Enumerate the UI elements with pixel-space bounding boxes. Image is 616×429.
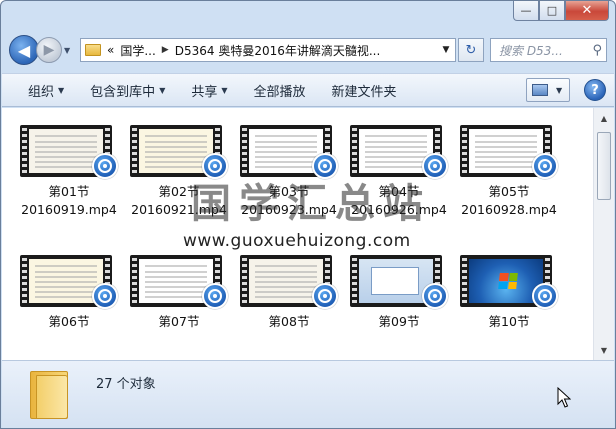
video-thumbnail: [350, 255, 448, 309]
new-folder-button[interactable]: 新建文件夹: [332, 81, 397, 100]
maximize-button[interactable]: □: [539, 1, 565, 21]
chevron-down-icon: ▼: [159, 85, 166, 95]
file-name-line2: 20160919.mp4: [21, 202, 117, 217]
item-count: 27 个对象: [96, 377, 156, 392]
vertical-scrollbar[interactable]: ▲ ▼: [593, 108, 614, 360]
address-dropdown-icon[interactable]: ▼: [437, 45, 455, 55]
file-name-line1: 第06节: [48, 314, 90, 329]
scroll-down-icon[interactable]: ▼: [596, 343, 612, 357]
video-file-item[interactable]: 第10节: [459, 255, 559, 331]
mouse-cursor-icon: [557, 387, 571, 408]
watermark-url: www.guoxuehuizong.com: [183, 231, 411, 251]
file-name: 第10节: [489, 313, 530, 331]
media-player-icon: [202, 283, 228, 309]
minimize-button[interactable]: —: [513, 1, 539, 21]
folder-icon: [30, 369, 70, 421]
video-thumbnail: [460, 125, 558, 179]
watermark-title: 国学汇总站: [191, 180, 431, 227]
change-view-button[interactable]: ▼: [526, 78, 570, 102]
search-placeholder: 搜索 D53...: [499, 43, 563, 58]
file-name-line1: 第09节: [378, 314, 420, 329]
file-name: 第07节: [159, 313, 200, 331]
video-file-item[interactable]: 第06节: [19, 255, 119, 331]
help-button[interactable]: ?: [584, 79, 606, 101]
breadcrumb-overflow[interactable]: «: [107, 43, 114, 57]
video-file-item[interactable]: 第05节 20160928.mp4: [459, 125, 559, 219]
file-name: 第06节: [49, 313, 90, 331]
file-name: 第01节 20160919.mp4: [21, 183, 117, 219]
video-thumbnail: [240, 255, 338, 309]
file-name-line2: 20160928.mp4: [461, 202, 557, 217]
details-pane: 27 个对象: [2, 360, 614, 428]
file-name: 第08节: [269, 313, 310, 331]
media-player-icon: [532, 153, 558, 179]
video-file-item[interactable]: 第09节: [349, 255, 449, 331]
address-bar[interactable]: « 国学... ▶ D5364 奥特曼2016年讲解滴天髓视... ▼: [80, 38, 456, 62]
chevron-down-icon: ▼: [58, 85, 65, 95]
media-player-icon: [532, 283, 558, 309]
media-player-icon: [92, 153, 118, 179]
video-file-item[interactable]: 第08节: [239, 255, 339, 331]
media-player-icon: [92, 283, 118, 309]
share-menu[interactable]: 共享 ▼: [191, 81, 227, 100]
scroll-up-icon[interactable]: ▲: [596, 111, 612, 125]
breadcrumb-item[interactable]: 国学...: [120, 42, 155, 59]
play-all-button[interactable]: 全部播放: [254, 81, 306, 100]
forward-arrow-icon[interactable]: ▶: [36, 37, 62, 63]
refresh-icon: ↻: [465, 42, 477, 58]
explorer-window: — □ ✕ ◀ ▶ ▼ « 国学... ▶ D5364 奥特曼2016年讲解滴天…: [0, 0, 616, 429]
media-player-icon: [422, 283, 448, 309]
file-name-line1: 第01节: [48, 184, 90, 199]
refresh-button[interactable]: ↻: [458, 38, 484, 62]
breadcrumb-item-current[interactable]: D5364 奥特曼2016年讲解滴天髓视...: [175, 42, 381, 59]
search-icon[interactable]: ⚲: [592, 43, 602, 58]
file-name-line1: 第10节: [488, 314, 530, 329]
toolbar-right: ▼ ?: [526, 78, 606, 102]
recent-pages-dropdown-icon[interactable]: ▼: [64, 46, 76, 55]
include-library-label: 包含到库中: [90, 84, 156, 100]
include-library-menu[interactable]: 包含到库中 ▼: [90, 81, 165, 100]
media-player-icon: [312, 283, 338, 309]
windows-logo-icon: [498, 273, 518, 289]
file-name: 第05节 20160928.mp4: [461, 183, 557, 219]
video-thumbnail: [460, 255, 558, 309]
video-file-item[interactable]: 第01节 20160919.mp4: [19, 125, 119, 219]
video-thumbnail: [20, 125, 118, 179]
breadcrumb-separator-icon[interactable]: ▶: [162, 45, 169, 55]
file-name-line1: 第08节: [268, 314, 310, 329]
chevron-down-icon[interactable]: ▼: [556, 86, 562, 95]
back-arrow-icon[interactable]: ◀: [9, 35, 39, 65]
address-row: ◀ ▶ ▼ « 国学... ▶ D5364 奥特曼2016年讲解滴天髓视... …: [9, 35, 607, 65]
command-bar: 组织 ▼ 包含到库中 ▼ 共享 ▼ 全部播放 新建文件夹 ▼ ?: [2, 73, 614, 107]
close-button[interactable]: ✕: [565, 1, 609, 21]
share-label: 共享: [191, 84, 218, 100]
window-controls: — □ ✕: [513, 1, 609, 21]
folder-icon: [85, 44, 101, 56]
search-input[interactable]: 搜索 D53... ⚲: [490, 38, 607, 62]
file-name-line1: 第05节: [488, 184, 530, 199]
view-icon: [532, 84, 548, 96]
file-name-line1: 第07节: [158, 314, 200, 329]
file-name: 第09节: [379, 313, 420, 331]
organize-label: 组织: [28, 84, 55, 100]
organize-menu[interactable]: 组织 ▼: [28, 81, 64, 100]
video-thumbnail: [20, 255, 118, 309]
video-file-item[interactable]: 第07节: [129, 255, 229, 331]
video-thumbnail: [130, 255, 228, 309]
scrollbar-thumb[interactable]: [597, 132, 611, 200]
chevron-down-icon: ▼: [221, 85, 228, 95]
